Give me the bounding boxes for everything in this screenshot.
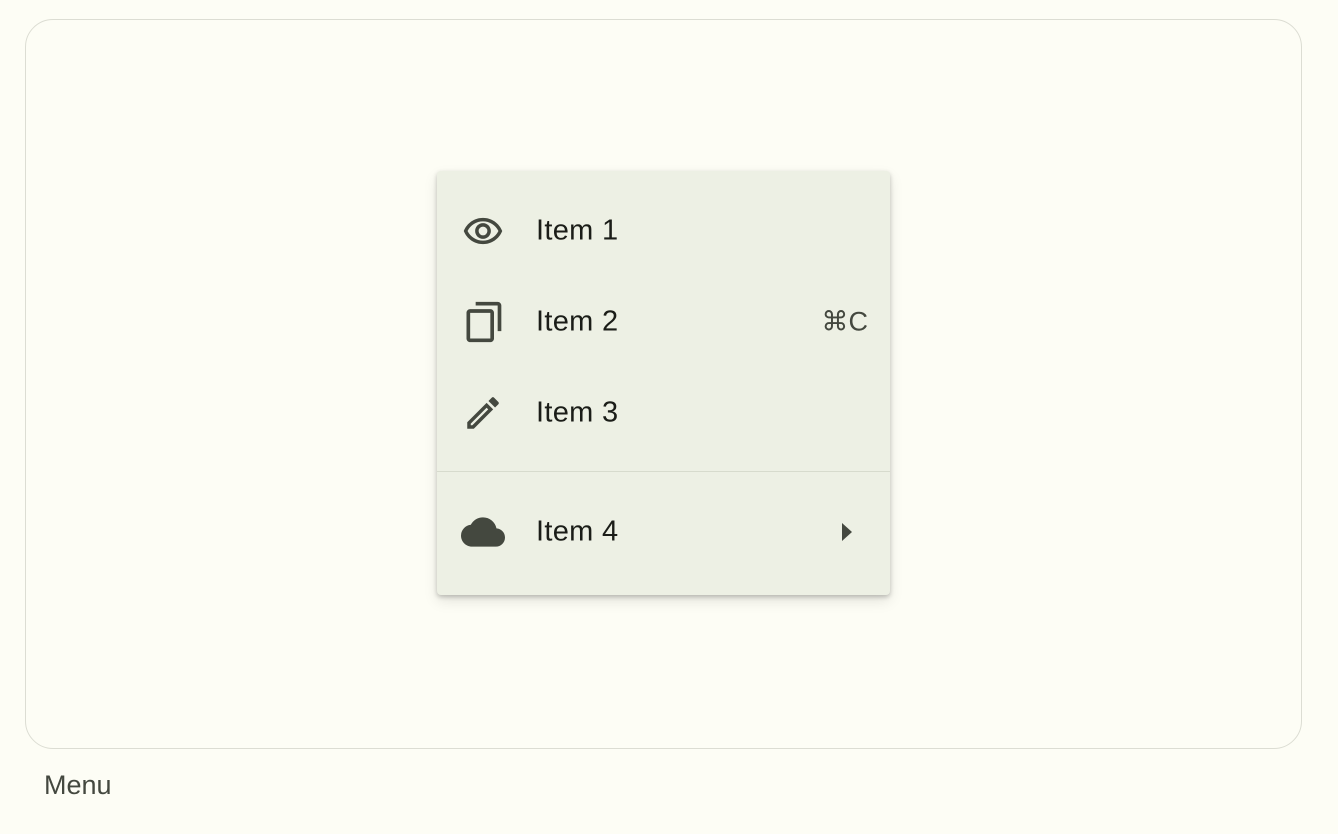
menu-item-2[interactable]: Item 2 ⌘C xyxy=(437,276,890,367)
submenu-arrow-icon xyxy=(842,522,852,541)
cloud-icon xyxy=(461,510,505,554)
menu-item-4[interactable]: Item 4 xyxy=(437,486,890,577)
demo-caption: Menu xyxy=(44,770,112,800)
context-menu: Item 1 Item 2 ⌘C Item 3 Item 4 xyxy=(437,171,890,595)
menu-item-label: Item 1 xyxy=(536,214,619,246)
menu-item-label: Item 4 xyxy=(536,515,619,547)
shortcut-hint: ⌘C xyxy=(821,306,869,336)
menu-item-label: Item 2 xyxy=(536,305,619,337)
pencil-icon xyxy=(461,391,505,435)
menu-item-3[interactable]: Item 3 xyxy=(437,367,890,458)
eye-icon xyxy=(461,209,505,253)
menu-divider xyxy=(437,471,890,472)
menu-item-label: Item 3 xyxy=(536,396,619,428)
menu-item-1[interactable]: Item 1 xyxy=(437,185,890,276)
copy-icon xyxy=(461,300,505,344)
